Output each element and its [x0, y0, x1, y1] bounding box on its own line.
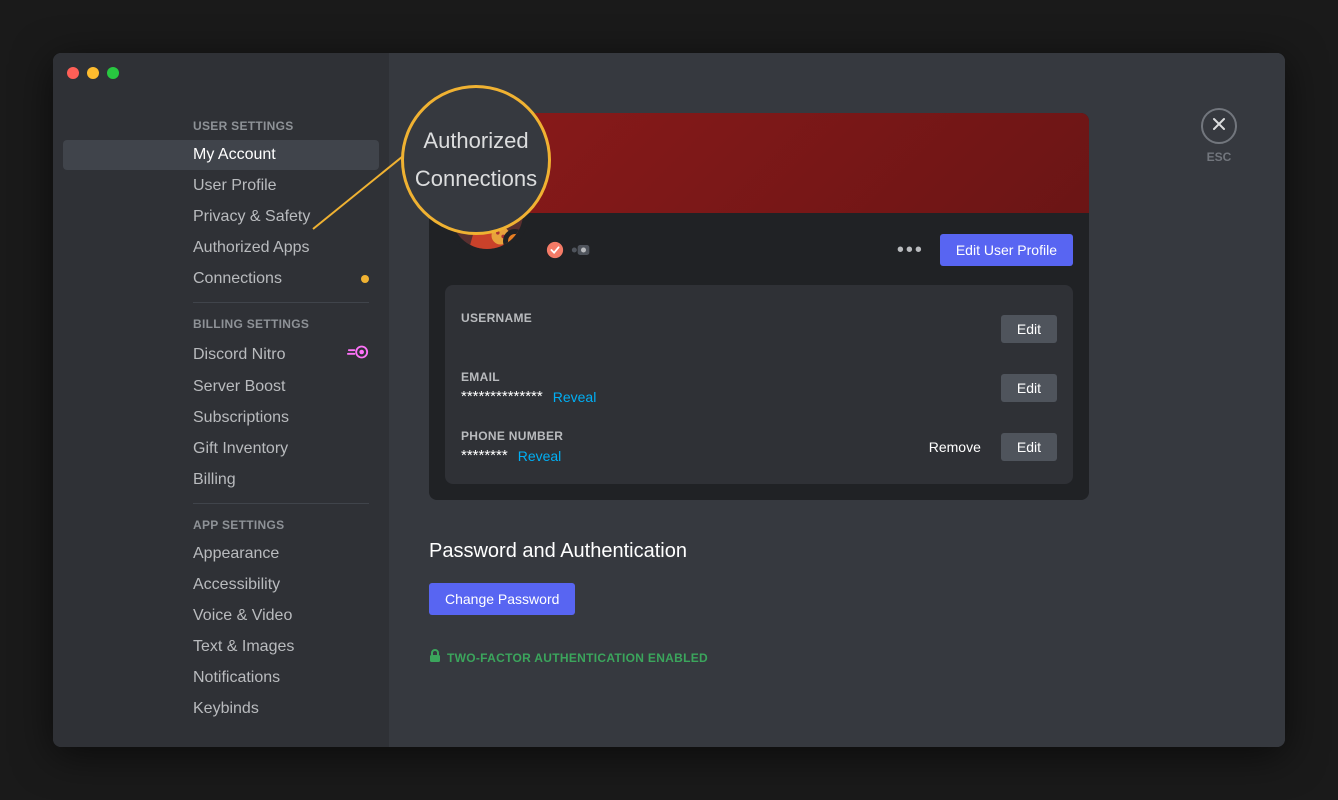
sidebar-item-notifications[interactable]: Notifications [63, 663, 379, 693]
phone-value: ******** [461, 447, 508, 464]
callout-text-2: Connections [415, 166, 537, 192]
edit-username-button[interactable]: Edit [1001, 315, 1057, 343]
window-close-button[interactable] [67, 67, 79, 79]
sidebar-item-discord-nitro[interactable]: Discord Nitro [63, 338, 379, 371]
hypesquad-badge-icon [545, 240, 565, 260]
sidebar-header-billing-settings: Billing Settings [63, 311, 379, 337]
edit-user-profile-button[interactable]: Edit User Profile [940, 234, 1073, 266]
sidebar-item-appearance[interactable]: Appearance [63, 539, 379, 569]
sidebar-item-server-boost[interactable]: Server Boost [63, 372, 379, 402]
two-factor-label: Two-factor authentication enabled [447, 651, 708, 665]
sidebar-item-label: Gift Inventory [193, 440, 288, 458]
sidebar-item-billing[interactable]: Billing [63, 465, 379, 495]
sidebar-header-app-settings: App Settings [63, 512, 379, 538]
sidebar-item-label: Billing [193, 471, 236, 489]
nitro-icon [347, 344, 369, 365]
settings-sidebar: User Settings My Account User Profile Pr… [53, 53, 389, 747]
sidebar-item-authorized-apps[interactable]: Authorized Apps [63, 233, 379, 263]
sidebar-item-label: Voice & Video [193, 607, 292, 625]
remove-phone-button[interactable]: Remove [913, 433, 997, 461]
close-settings-button[interactable] [1201, 108, 1237, 144]
sidebar-item-accessibility[interactable]: Accessibility [63, 570, 379, 600]
sidebar-item-user-profile[interactable]: User Profile [63, 171, 379, 201]
sidebar-item-label: Text & Images [193, 638, 294, 656]
badge-row [545, 240, 591, 260]
highlight-dot-icon [361, 275, 369, 283]
sidebar-item-label: Server Boost [193, 378, 285, 396]
settings-window: User Settings My Account User Profile Pr… [53, 53, 1285, 747]
sidebar-divider [193, 503, 369, 504]
password-section-title: Password and Authentication [429, 540, 1089, 563]
sidebar-item-label: User Profile [193, 177, 277, 195]
email-label: Email [461, 370, 596, 384]
sidebar-header-user-settings: User Settings [63, 113, 379, 139]
sidebar-item-label: Discord Nitro [193, 346, 285, 364]
phone-row: Phone Number ******** Reveal Remove Edit [461, 419, 1057, 468]
sidebar-divider [193, 302, 369, 303]
sidebar-item-label: Authorized Apps [193, 239, 310, 257]
two-factor-status: Two-factor authentication enabled [429, 649, 1089, 666]
phone-label: Phone Number [461, 429, 563, 443]
sidebar-item-gift-inventory[interactable]: Gift Inventory [63, 434, 379, 464]
reveal-phone-link[interactable]: Reveal [518, 448, 562, 464]
window-minimize-button[interactable] [87, 67, 99, 79]
more-options-button[interactable]: ••• [889, 235, 932, 266]
sidebar-item-label: Accessibility [193, 576, 280, 594]
email-value: ************** [461, 388, 543, 405]
edit-phone-button[interactable]: Edit [1001, 433, 1057, 461]
sidebar-item-privacy-safety[interactable]: Privacy & Safety [63, 202, 379, 232]
sidebar-item-label: Appearance [193, 545, 279, 563]
username-row: Username Edit [461, 301, 1057, 360]
callout-bubble: Authorized Connections [401, 85, 551, 235]
sidebar-item-my-account[interactable]: My Account [63, 140, 379, 170]
sidebar-item-subscriptions[interactable]: Subscriptions [63, 403, 379, 433]
callout-text-1: Authorized [423, 128, 528, 154]
sidebar-item-label: Privacy & Safety [193, 208, 310, 226]
esc-label: ESC [1207, 150, 1232, 164]
window-controls [67, 67, 119, 79]
username-label: Username [461, 311, 532, 325]
sidebar-item-connections[interactable]: Connections [63, 264, 379, 294]
window-maximize-button[interactable] [107, 67, 119, 79]
change-password-button[interactable]: Change Password [429, 583, 575, 615]
close-icon [1211, 116, 1227, 137]
email-row: Email ************** Reveal Edit [461, 360, 1057, 419]
early-supporter-badge-icon [571, 240, 591, 260]
sidebar-item-label: Keybinds [193, 700, 259, 718]
close-settings-area: ESC [1201, 108, 1237, 164]
account-fields-card: Username Edit Email ************** Revea… [445, 285, 1073, 484]
lock-icon [429, 649, 441, 666]
username-value [461, 329, 532, 346]
sidebar-item-label: Connections [193, 270, 282, 288]
sidebar-item-label: Subscriptions [193, 409, 289, 427]
edit-email-button[interactable]: Edit [1001, 374, 1057, 402]
sidebar-item-text-images[interactable]: Text & Images [63, 632, 379, 662]
reveal-email-link[interactable]: Reveal [553, 389, 597, 405]
sidebar-item-label: My Account [193, 146, 276, 164]
sidebar-item-voice-video[interactable]: Voice & Video [63, 601, 379, 631]
sidebar-item-keybinds[interactable]: Keybinds [63, 694, 379, 724]
sidebar-item-label: Notifications [193, 669, 280, 687]
